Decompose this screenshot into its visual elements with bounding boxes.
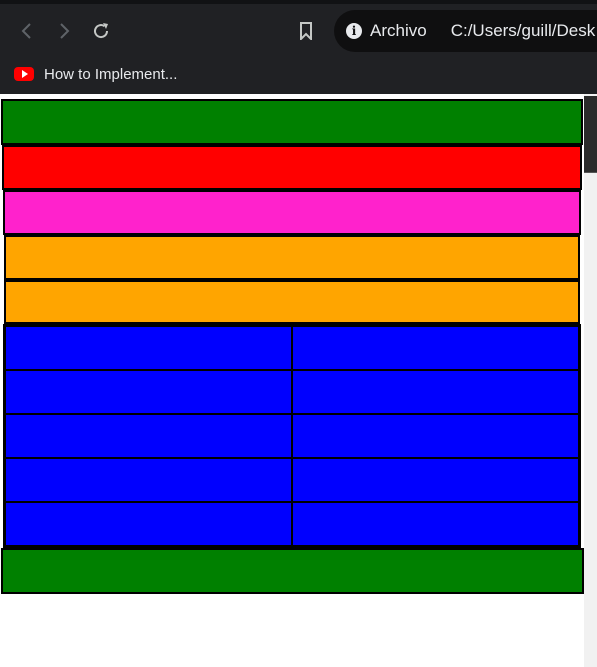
page-viewport	[0, 94, 584, 667]
grid-cell	[292, 414, 579, 458]
reload-icon	[94, 23, 109, 39]
info-icon[interactable]: i	[346, 23, 362, 39]
grid-cell	[292, 502, 579, 546]
url-text[interactable]: C:/Users/guill/Desk	[451, 21, 596, 41]
bookmark-label: How to Implement...	[44, 65, 178, 83]
grid-cell	[5, 414, 292, 458]
youtube-icon	[14, 67, 34, 81]
bookmark-icon	[300, 22, 312, 40]
grid-cell	[5, 458, 292, 502]
grid-cell	[5, 370, 292, 414]
grid-cell	[292, 370, 579, 414]
bookmarks-bar: How to Implement...	[0, 56, 597, 94]
back-button[interactable]	[16, 20, 38, 42]
grid-cell	[5, 326, 292, 370]
red-bar	[2, 145, 582, 190]
forward-button[interactable]	[53, 20, 75, 42]
pink-bar	[3, 190, 581, 235]
bookmark-item[interactable]: How to Implement...	[14, 64, 177, 84]
scrollbar-track[interactable]	[584, 94, 597, 667]
grid-cell	[292, 458, 579, 502]
reload-button[interactable]	[90, 20, 112, 42]
chevron-left-icon	[21, 23, 31, 39]
green-bar-bottom	[1, 548, 584, 594]
grid-cell	[5, 502, 292, 546]
green-bar-top	[1, 99, 583, 145]
address-bar[interactable]: i Archivo C:/Users/guill/Desk	[334, 10, 597, 52]
site-info-chip[interactable]: Archivo	[370, 21, 427, 41]
orange-bar-2	[4, 280, 580, 324]
scrollbar-thumb[interactable]	[584, 96, 597, 173]
chevron-right-icon	[60, 23, 70, 39]
orange-bar-1	[4, 235, 580, 280]
browser-toolbar: i Archivo C:/Users/guill/Desk	[0, 0, 597, 56]
grid-cell	[292, 326, 579, 370]
bookmark-star-button[interactable]	[295, 20, 317, 42]
